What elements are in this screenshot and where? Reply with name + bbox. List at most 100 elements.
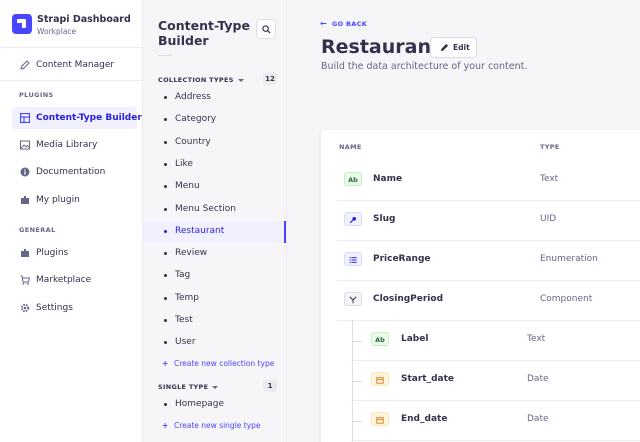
section-heading-label: SINGLE TYPE: [158, 383, 209, 391]
puzzle-icon: [21, 249, 29, 257]
field-name: Start_date: [401, 374, 455, 384]
bullet-icon: [164, 296, 167, 300]
create-collection-type-link[interactable]: + Create new collection type: [162, 359, 274, 368]
gear-icon: [20, 303, 30, 313]
search-button[interactable]: [256, 19, 276, 39]
nav-item-label: Content Manager: [36, 60, 115, 70]
field-name: Name: [373, 174, 403, 184]
nav-item-label: Settings: [36, 303, 73, 313]
nav-item-settings[interactable]: Settings: [12, 297, 137, 319]
field-type: Component: [540, 294, 593, 304]
brand-subtitle: Workplace: [37, 27, 77, 36]
nav-item-label: Media Library: [36, 140, 98, 150]
field-row-pricerange[interactable]: PriceRange Enumeration: [337, 241, 640, 281]
create-single-type-link[interactable]: + Create new single type: [162, 421, 261, 430]
section-heading-label: COLLECTION TYPES: [158, 76, 234, 84]
nav-item-label: My plugin: [36, 195, 80, 205]
edit-button[interactable]: Edit: [430, 37, 477, 58]
bullet-icon: [164, 96, 167, 99]
plugins-heading: PLUGINS: [19, 91, 54, 99]
sidebar-item-label: User: [175, 337, 196, 348]
search-icon: [262, 25, 271, 34]
brand-header[interactable]: Strapi Dashboard Workplace: [0, 0, 142, 48]
nav-item-content-manager[interactable]: Content Manager: [12, 54, 137, 76]
sidebar-item-temp[interactable]: Temp: [143, 288, 286, 310]
collection-types-heading[interactable]: COLLECTION TYPES: [158, 76, 244, 84]
field-type: UID: [540, 214, 557, 224]
brand-title: Strapi Dashboard: [37, 14, 131, 25]
nav-item-plugins[interactable]: Plugins: [12, 242, 137, 264]
nav-item-media-library[interactable]: Media Library: [12, 134, 137, 156]
text-type-icon: Ab: [371, 332, 389, 346]
bullet-icon: [164, 185, 167, 189]
component-field-row-start-date[interactable]: Start_date Date: [351, 361, 640, 401]
enum-icon: [344, 252, 362, 266]
edit-button-label: Edit: [453, 43, 470, 52]
pencil-icon: [440, 43, 449, 52]
sidebar-item-menu-section[interactable]: Menu Section: [143, 199, 286, 221]
page-title: Restaurant: [321, 36, 441, 58]
field-name: Slug: [373, 214, 396, 224]
component-field-row-label[interactable]: Ab Label Text: [351, 321, 640, 361]
single-type-count: 1: [263, 380, 277, 392]
go-back-link[interactable]: ← GO BACK: [320, 19, 367, 28]
field-row-slug[interactable]: Slug UID: [337, 201, 640, 241]
puzzle-icon: [21, 196, 29, 204]
sidebar-item-label: Country: [175, 136, 211, 147]
sidebar-item-label: Like: [175, 158, 193, 169]
sidebar-item-menu[interactable]: Menu: [143, 176, 286, 198]
sidebar-item-address[interactable]: Address: [143, 87, 286, 109]
sidebar-item-homepage[interactable]: Homepage: [143, 394, 286, 416]
nav-divider: [0, 80, 142, 81]
nav-item-content-type-builder[interactable]: Content-Type Builder: [12, 107, 142, 129]
plus-icon: +: [162, 359, 169, 368]
field-name: ClosingPeriod: [373, 294, 444, 304]
nav-item-my-plugin[interactable]: My plugin: [12, 189, 137, 211]
field-name: Label: [401, 334, 429, 344]
text-type-icon: Ab: [344, 172, 362, 186]
sidebar-item-label: Temp: [175, 292, 199, 303]
bullet-icon: [164, 207, 167, 211]
date-icon: [371, 372, 389, 386]
component-icon: [344, 292, 362, 306]
field-type: Date: [527, 414, 549, 424]
sidebar-item-restaurant[interactable]: Restaurant: [143, 220, 286, 243]
component-field-row-end-date[interactable]: End_date Date: [351, 401, 640, 441]
nav-item-label: Content-Type Builder: [36, 113, 142, 123]
layout-icon: [20, 113, 30, 123]
column-header-name: NAME: [339, 143, 362, 151]
chevron-down-icon: [212, 385, 219, 389]
bullet-icon: [164, 162, 167, 166]
field-row-closingperiod[interactable]: ClosingPeriod Component: [337, 281, 640, 321]
link-label: Create new single type: [174, 421, 261, 430]
sidebar-item-label: Test: [175, 315, 193, 325]
sidebar-item-label: Homepage: [175, 399, 225, 409]
nav-item-label: Marketplace: [36, 275, 92, 285]
sidebar-item-user[interactable]: User: [143, 332, 286, 354]
collection-types-count: 12: [263, 73, 277, 85]
sidebar-item-label: Category: [175, 114, 217, 125]
sidebar-item-tag[interactable]: Tag: [143, 265, 286, 287]
nav-item-marketplace[interactable]: Marketplace: [12, 269, 137, 291]
sidebar-item-review[interactable]: Review: [143, 243, 286, 265]
pencil-icon: [20, 60, 30, 70]
bullet-icon: [164, 252, 167, 256]
field-row-name[interactable]: Ab Name Text: [337, 161, 640, 201]
sidebar-item-category[interactable]: Category: [143, 109, 286, 131]
sidebar-item-country[interactable]: Country: [143, 132, 286, 154]
sidebar-item-label: Restaurant: [175, 225, 225, 236]
nav-item-documentation[interactable]: Documentation: [12, 161, 137, 183]
bullet-icon: [164, 229, 167, 233]
nav-item-label: Plugins: [36, 248, 69, 258]
single-type-heading[interactable]: SINGLE TYPE: [158, 383, 219, 391]
sidebar-item-like[interactable]: Like: [143, 154, 286, 176]
bullet-icon: [164, 118, 167, 122]
field-type: Text: [540, 174, 559, 184]
cart-icon: [20, 275, 30, 285]
sidebar-item-label: Review: [175, 248, 208, 259]
arrow-left-icon: ←: [320, 19, 328, 28]
field-name: PriceRange: [373, 254, 431, 264]
sidebar-item-test[interactable]: Test: [143, 310, 286, 332]
bullet-icon: [164, 319, 167, 322]
go-back-label: GO BACK: [332, 20, 368, 28]
